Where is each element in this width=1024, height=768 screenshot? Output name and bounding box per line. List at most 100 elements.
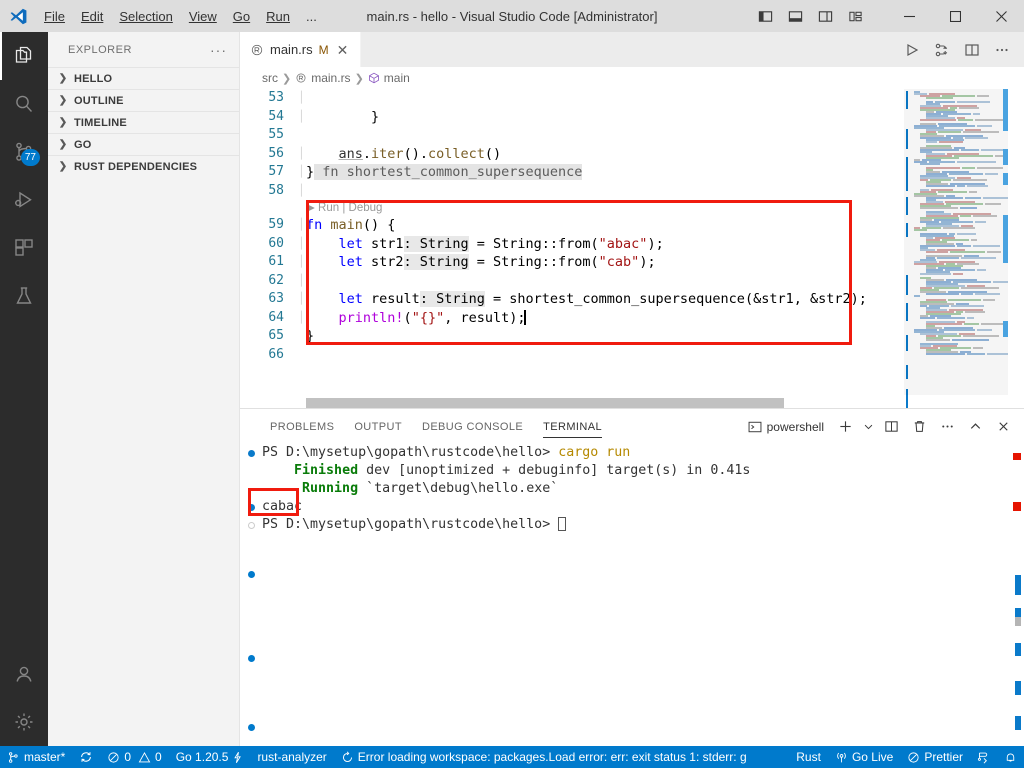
toggle-primary-sidebar-icon[interactable] — [750, 0, 780, 32]
terminal-icon — [748, 420, 762, 434]
command-success-dot[interactable] — [248, 571, 255, 578]
sidebar-item-timeline[interactable]: ❯ TIMELINE — [48, 111, 239, 133]
title-bar: File Edit Selection View Go Run ... main… — [0, 0, 1024, 32]
status-language-mode-label: Rust — [796, 750, 821, 764]
rust-file-icon — [295, 72, 307, 84]
activity-manage-settings[interactable] — [0, 698, 48, 746]
status-go-live[interactable]: Go Live — [828, 746, 900, 768]
split-terminal-icon[interactable] — [878, 413, 904, 441]
menu-file-label: File — [44, 8, 65, 24]
terminal-shell-selector[interactable]: powershell — [742, 420, 830, 434]
terminal-scrollbar[interactable] — [1010, 444, 1024, 746]
status-go-version[interactable]: Go 1.20.5 — [169, 746, 251, 768]
menu-edit[interactable]: Edit — [73, 0, 111, 32]
menu-more[interactable]: ... — [298, 0, 325, 32]
sidebar-item-rust-dependencies[interactable]: ❯ RUST DEPENDENCIES — [48, 155, 239, 177]
editor-horizontal-scrollbar[interactable] — [240, 398, 904, 408]
activity-source-control[interactable]: 77 — [0, 128, 48, 176]
tab-close-icon[interactable]: ✕ — [335, 43, 351, 57]
broadcast-icon — [835, 751, 848, 764]
remote-icon — [977, 751, 990, 764]
scrollbar-mark-command — [1015, 643, 1021, 656]
activity-search[interactable] — [0, 80, 48, 128]
terminal-dropdown-icon[interactable] — [860, 413, 876, 441]
activity-accounts[interactable] — [0, 650, 48, 698]
line-number: 64 — [268, 309, 284, 325]
breadcrumb-src[interactable]: src — [262, 71, 278, 85]
status-rust-analyzer[interactable]: rust-analyzer — [250, 746, 333, 768]
terminal-line: PS D:\mysetup\gopath\rustcode\hello> — [240, 516, 1024, 534]
kill-terminal-icon[interactable] — [906, 413, 932, 441]
breadcrumb: src ❯ main.rs ❯ main — [240, 67, 1024, 89]
status-go-version-label: Go 1.20.5 — [175, 750, 229, 764]
run-code-icon[interactable] — [898, 32, 926, 67]
tab-terminal[interactable]: TERMINAL — [533, 409, 612, 444]
status-notifications[interactable] — [997, 746, 1024, 768]
editor-hscroll-thumb[interactable] — [306, 398, 784, 408]
tab-output-label: OUTPUT — [354, 420, 402, 433]
activity-testing[interactable] — [0, 272, 48, 320]
status-remote[interactable] — [970, 746, 997, 768]
code-editor[interactable]: 53 │ 54 │ } 55 56 │ ans.iter().collect() 57 │} f… — [240, 89, 1024, 408]
toggle-secondary-sidebar-icon[interactable] — [810, 0, 840, 32]
codelens-label[interactable]: Run | Debug — [318, 199, 382, 218]
close-panel-icon[interactable] — [990, 413, 1016, 441]
window-close-button[interactable] — [978, 0, 1024, 32]
status-language-mode[interactable]: Rust — [789, 746, 828, 768]
sidebar-item-hello-label: HELLO — [74, 72, 113, 85]
minimap[interactable] — [904, 89, 1008, 408]
breadcrumb-main-rs[interactable]: main.rs — [295, 71, 351, 85]
status-go-live-label: Go Live — [851, 750, 894, 764]
activity-extensions[interactable] — [0, 224, 48, 272]
breadcrumb-main-symbol[interactable]: main — [368, 71, 410, 85]
scrollbar-mark-error — [1013, 453, 1021, 460]
sidebar-item-go[interactable]: ❯ GO — [48, 133, 239, 155]
terminal-line: Running `target\debug\hello.exe` — [240, 480, 1024, 498]
activity-run-and-debug[interactable] — [0, 176, 48, 224]
split-editor-icon[interactable] — [958, 32, 986, 67]
status-problems[interactable]: 0 0 — [100, 746, 168, 768]
panel-more-actions-icon[interactable] — [934, 413, 960, 441]
minimap-slider[interactable] — [904, 89, 1008, 395]
status-branch[interactable]: master* — [0, 746, 72, 768]
status-rust-analyzer-label: rust-analyzer — [257, 750, 327, 764]
sidebar-item-hello[interactable]: ❯ HELLO — [48, 67, 239, 89]
menu-selection[interactable]: Selection — [111, 0, 180, 32]
command-success-dot[interactable] — [248, 724, 255, 731]
tab-main-rs[interactable]: main.rs M ✕ — [240, 32, 362, 67]
tab-output[interactable]: OUTPUT — [344, 409, 412, 444]
status-sync[interactable] — [72, 746, 100, 768]
activity-explorer[interactable] — [0, 32, 48, 80]
run-and-debug-alt-icon[interactable] — [928, 32, 956, 67]
terminal-line: Finished dev [unoptimized + debuginfo] t… — [240, 462, 1024, 480]
menu-run[interactable]: Run — [258, 0, 298, 32]
sidebar-item-outline[interactable]: ❯ OUTLINE — [48, 89, 239, 111]
terminal-command-decoration[interactable] — [240, 521, 262, 529]
terminal-output[interactable]: PS D:\mysetup\gopath\rustcode\hello> car… — [240, 444, 1024, 746]
chevron-right-icon: ❯ — [354, 72, 364, 85]
menu-view[interactable]: View — [181, 0, 225, 32]
menu-file[interactable]: File — [36, 0, 73, 32]
customize-layout-icon[interactable] — [840, 0, 870, 32]
terminal-line-text: Running `target\debug\hello.exe` — [302, 481, 559, 496]
terminal-command-decoration[interactable] — [240, 503, 262, 511]
editor-more-actions-icon[interactable] — [988, 32, 1016, 67]
tab-debug-console[interactable]: DEBUG CONSOLE — [412, 409, 533, 444]
menu-view-label: View — [188, 8, 217, 24]
toggle-panel-icon[interactable] — [780, 0, 810, 32]
sidebar-more-actions-icon[interactable]: ··· — [204, 42, 233, 58]
terminal-command-decoration[interactable] — [240, 449, 262, 457]
window-minimize-button[interactable] — [886, 0, 932, 32]
window-maximize-button[interactable] — [932, 0, 978, 32]
vscode-logo-icon — [0, 0, 36, 32]
status-prettier[interactable]: Prettier — [900, 746, 970, 768]
tab-terminal-label: TERMINAL — [543, 420, 602, 433]
status-workspace-error[interactable]: Error loading workspace: packages.Load e… — [334, 746, 754, 768]
tab-problems[interactable]: PROBLEMS — [260, 409, 344, 444]
editor-vertical-scrollbar[interactable] — [1008, 89, 1024, 408]
menu-go[interactable]: Go — [225, 0, 258, 32]
chevron-right-icon: ❯ — [58, 139, 68, 150]
command-success-dot[interactable] — [248, 655, 255, 662]
maximize-panel-icon[interactable] — [962, 413, 988, 441]
new-terminal-icon[interactable] — [832, 413, 858, 441]
